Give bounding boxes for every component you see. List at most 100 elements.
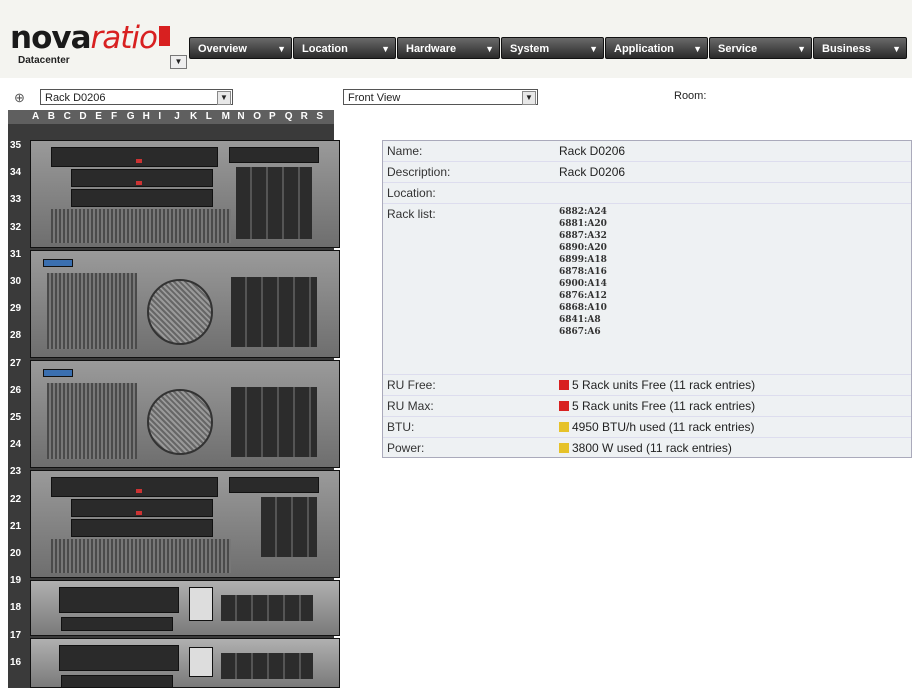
chevron-down-icon: ▼ — [892, 44, 901, 54]
nav-system-label: System — [510, 43, 550, 55]
nav-business-label: Business — [822, 43, 871, 55]
ru-label: 25 — [10, 412, 22, 423]
btu-value: 4950 BTU/h used (11 rack entries) — [572, 420, 755, 434]
nav-application-label: Application — [614, 43, 674, 55]
nav-service[interactable]: Service ▼ — [709, 37, 812, 59]
rack-column-header: ABCDEFGHI JKLMNOPQRS — [8, 110, 334, 124]
location-label: Location: — [387, 186, 436, 200]
rack-column-k: K — [190, 111, 198, 122]
rack-list-item[interactable]: 6899:A18 — [559, 254, 607, 266]
rack-column-e: E — [95, 111, 102, 122]
view-select[interactable]: Front View ▼ — [343, 89, 538, 105]
nav-overview[interactable]: Overview ▼ — [189, 37, 292, 59]
rack-column-h: H — [142, 111, 150, 122]
ru-label: 22 — [10, 493, 22, 505]
server-unit[interactable] — [30, 638, 340, 688]
ru-label: 16 — [10, 656, 22, 668]
nav-business[interactable]: Business ▼ — [813, 37, 907, 59]
rack-list-item[interactable]: 6890:A20 — [559, 242, 607, 254]
rack-column-d: D — [79, 111, 87, 122]
rack-list-item[interactable]: 6900:A14 — [559, 278, 607, 290]
control-bar: ⊕ Rack D0206 ▼ Front View ▼ Room: — [0, 86, 912, 110]
module-select-dropdown[interactable]: ▼ — [170, 55, 187, 69]
rack-list-item[interactable]: 6868:A10 — [559, 302, 607, 314]
view-select-value: Front View — [348, 92, 401, 104]
nav-application[interactable]: Application ▼ — [605, 37, 708, 59]
status-yellow-icon — [559, 443, 569, 453]
ru-label: 31 — [10, 248, 22, 260]
rack-list-item[interactable]: 6887:A32 — [559, 230, 607, 242]
nav-location-label: Location — [302, 43, 348, 55]
chevron-down-icon: ▼ — [217, 91, 231, 105]
ru-label: 28 — [10, 330, 22, 342]
rack-list-item[interactable]: 6882:A24 — [559, 206, 607, 218]
chevron-down-icon: ▼ — [693, 44, 702, 54]
ru-label: 24 — [10, 439, 22, 451]
rack-column-r: R — [300, 111, 308, 122]
chevron-down-icon: ▼ — [381, 44, 390, 54]
rack-column-l: L — [205, 111, 212, 122]
rumax-value: 5 Rack units Free (11 rack entries) — [572, 399, 756, 413]
globe-icon[interactable]: ⊕ — [14, 90, 25, 106]
server-unit[interactable] — [30, 140, 340, 248]
rack-column-g: G — [126, 111, 135, 122]
rufree-label: RU Free: — [387, 378, 436, 392]
rack-list-item[interactable]: 6876:A12 — [559, 290, 607, 302]
power-value: 3800 W used (11 rack entries) — [572, 441, 732, 455]
rack-column-p: P — [269, 111, 276, 122]
rack-column-o: O — [253, 111, 261, 122]
ru-label: 17 — [10, 629, 22, 641]
rack-column-a: A — [32, 111, 40, 122]
rack-column-q: Q — [284, 111, 293, 122]
rack-list: 6882:A24 6881:A20 6887:A32 6890:A20 6899:A18… — [559, 206, 607, 338]
server-unit[interactable] — [30, 580, 340, 636]
status-yellow-icon — [559, 422, 569, 432]
rack-front-view: ABCDEFGHIJKLMNOPQRS 35 34 33 32 31 30 29… — [8, 110, 340, 688]
server-unit[interactable] — [30, 360, 340, 468]
room-label: Room: — [674, 90, 707, 102]
rufree-value: 5 Rack units Free (11 rack entries) — [572, 378, 756, 392]
ru-label: 35 — [10, 140, 22, 151]
nav-hardware[interactable]: Hardware ▼ — [397, 37, 500, 59]
ru-label: 18 — [10, 602, 22, 614]
ru-label: 34 — [10, 167, 22, 179]
server-unit[interactable] — [30, 250, 340, 358]
rack-list-item[interactable]: 6841:A8 — [559, 314, 607, 326]
rack-column-f: F — [111, 111, 118, 122]
rack-column-c: C — [63, 111, 71, 122]
rumax-label: RU Max: — [387, 399, 434, 413]
name-label: Name: — [387, 144, 423, 158]
rack-list-item[interactable]: 6867:A6 — [559, 326, 607, 338]
nav-service-label: Service — [718, 43, 758, 55]
racklist-label: Rack list: — [387, 207, 436, 221]
nav-hardware-label: Hardware — [406, 43, 457, 55]
rack-column-j: J — [174, 111, 180, 122]
ru-label: 29 — [10, 303, 22, 315]
rack-list-item[interactable]: 6878:A16 — [559, 266, 607, 278]
rack-select[interactable]: Rack D0206 ▼ — [40, 89, 233, 105]
chevron-down-icon: ▼ — [797, 44, 806, 54]
rack-details-panel: Name: Rack D0206 Description: Rack D0206… — [382, 140, 912, 458]
nav-location[interactable]: Location ▼ — [293, 37, 396, 59]
ru-label: 30 — [10, 276, 22, 287]
ru-label: 23 — [10, 466, 22, 478]
rack-select-value: Rack D0206 — [45, 92, 106, 104]
ru-label: 33 — [10, 194, 22, 206]
chevron-down-icon: ▼ — [277, 44, 286, 54]
ru-label: 32 — [10, 221, 22, 233]
description-value: Rack D0206 — [559, 165, 626, 179]
ru-label: 26 — [10, 384, 22, 396]
chevron-down-icon: ▼ — [589, 44, 598, 54]
power-label: Power: — [387, 441, 425, 455]
name-value: Rack D0206 — [559, 144, 626, 158]
rack-list-item[interactable]: 6881:A20 — [559, 218, 607, 230]
ru-label: 21 — [10, 520, 22, 532]
chevron-down-icon: ▼ — [522, 91, 536, 105]
chevron-down-icon: ▼ — [485, 44, 494, 54]
description-label: Description: — [387, 165, 451, 179]
nav-overview-label: Overview — [198, 43, 247, 55]
rack-column-m: M — [221, 111, 230, 122]
ru-label: 19 — [10, 575, 22, 587]
nav-system[interactable]: System ▼ — [501, 37, 604, 59]
server-unit[interactable] — [30, 470, 340, 578]
